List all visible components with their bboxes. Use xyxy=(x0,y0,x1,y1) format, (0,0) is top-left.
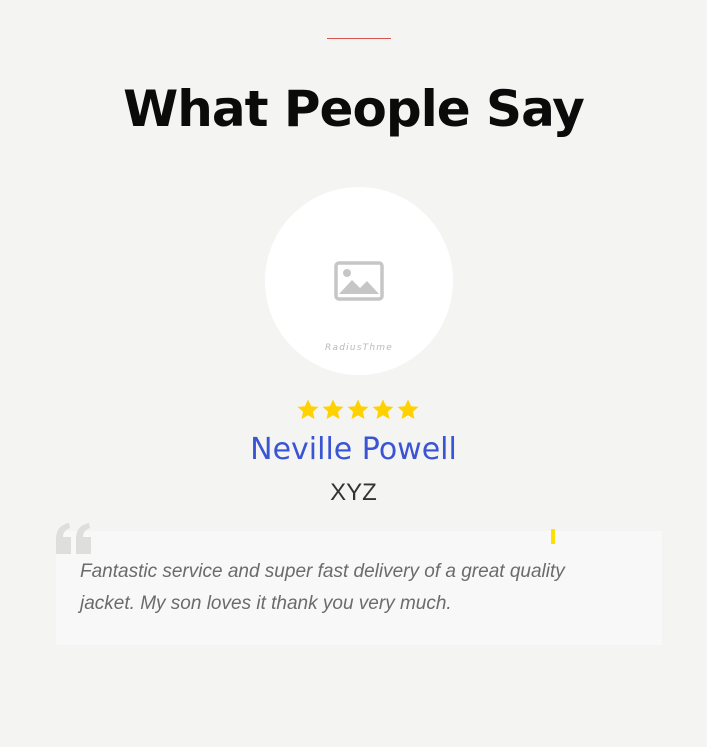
star-icon xyxy=(297,399,319,419)
section-title: What People Say xyxy=(123,80,585,138)
star-icon xyxy=(372,399,394,419)
star-icon xyxy=(397,399,419,419)
image-placeholder-icon xyxy=(334,261,384,301)
rating-stars xyxy=(296,398,422,422)
testimonial-quote: Fantastic service and super fast deliver… xyxy=(80,561,565,614)
testimonials-section: What People Say RadiusThme Neville Powel… xyxy=(0,0,707,747)
reviewer-role: XYZ xyxy=(330,479,377,506)
star-icon xyxy=(347,399,369,419)
avatar: RadiusThme xyxy=(265,187,453,375)
avatar-watermark: RadiusThme xyxy=(325,343,393,353)
section-accent-line xyxy=(327,38,391,39)
reviewer-name: Neville Powell xyxy=(250,432,457,467)
star-icon xyxy=(322,399,344,419)
accent-tick xyxy=(551,529,555,544)
quote-icon xyxy=(56,523,91,554)
